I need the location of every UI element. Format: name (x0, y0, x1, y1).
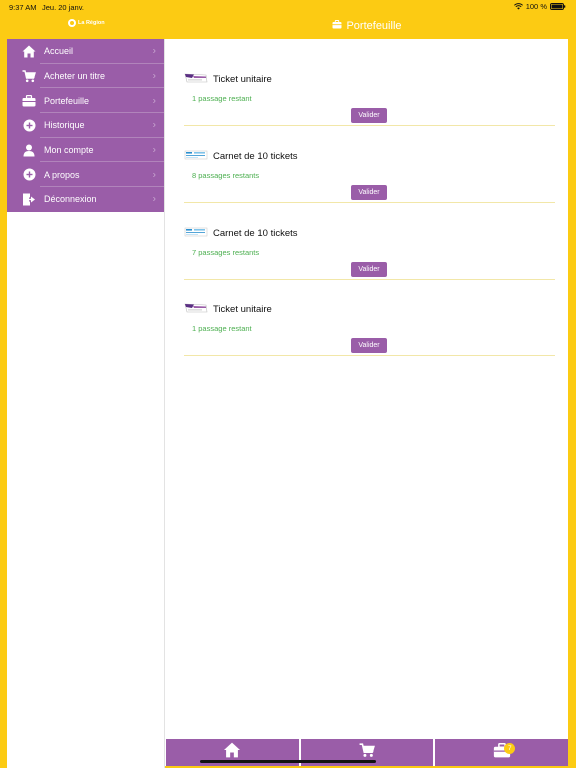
sidebar-item-mon-compte[interactable]: Mon compte › (7, 138, 164, 163)
plus-circle-icon (21, 167, 37, 183)
sidebar: Accueil › Acheter un titre › Portefeuill… (7, 39, 165, 768)
ticket-card: Carnet de 10 tickets 8 passages restants… (184, 126, 555, 203)
status-indicators: 100 % (513, 2, 566, 11)
sidebar-item-label: Accueil (44, 46, 74, 57)
chevron-right-icon: › (152, 119, 156, 131)
ticket-name: Carnet de 10 tickets (213, 151, 298, 162)
briefcase-icon (332, 20, 342, 32)
logo-text: La Région (78, 20, 105, 26)
user-icon (21, 142, 37, 158)
chevron-right-icon: › (152, 193, 156, 205)
chevron-right-icon: › (152, 144, 156, 156)
battery-percent: 100 % (525, 2, 547, 11)
sidebar-item-label: Historique (44, 120, 85, 131)
sidebar-item-label: Acheter un titre (44, 71, 106, 82)
left-frame (0, 0, 7, 768)
ticket-card: Carnet de 10 tickets 7 passages restants… (184, 203, 555, 280)
ticket-remaining: 7 passages restants (192, 248, 260, 257)
ticket-card: Ticket unitaire 1 passage restant Valide… (184, 279, 555, 356)
page-title: Portefeuille (166, 18, 568, 34)
ticket-name: Carnet de 10 tickets (213, 228, 298, 239)
chevron-right-icon: › (152, 70, 156, 82)
ticket-remaining: 1 passage restant (192, 324, 252, 333)
validate-button[interactable]: Valider (351, 262, 387, 277)
single-ticket-icon (184, 71, 208, 83)
status-bar: 9:37 AM Jeu. 20 janv. 100 % (0, 0, 576, 14)
ticket-name: Ticket unitaire (213, 304, 272, 315)
sidebar-item-acheter[interactable]: Acheter un titre › (7, 64, 164, 89)
plus-circle-icon (21, 117, 37, 133)
logo-mark (68, 19, 76, 27)
booklet-ticket-icon (184, 225, 208, 237)
sidebar-item-label: Mon compte (44, 145, 94, 156)
chevron-right-icon: › (152, 169, 156, 181)
logout-icon (21, 191, 37, 207)
ticket-remaining: 8 passages restants (192, 171, 260, 180)
battery-icon (550, 3, 566, 10)
home-indicator (200, 760, 376, 763)
single-ticket-icon (184, 301, 208, 313)
home-icon (21, 43, 37, 59)
sidebar-item-historique[interactable]: Historique › (7, 113, 164, 138)
sidebar-item-accueil[interactable]: Accueil › (7, 39, 164, 64)
briefcase-icon (21, 93, 37, 109)
ticket-remaining: 1 passage restant (192, 94, 252, 103)
sidebar-item-deconnexion[interactable]: Déconnexion › (7, 187, 164, 212)
status-time: 9:37 AM (9, 3, 37, 12)
region-logo: La Région (68, 19, 105, 27)
cart-icon (21, 68, 37, 84)
wifi-icon (513, 3, 523, 10)
validate-button[interactable]: Valider (351, 185, 387, 200)
sidebar-item-label: A propos (44, 169, 80, 180)
sidebar-item-portefeuille[interactable]: Portefeuille › (7, 88, 164, 114)
chevron-right-icon: › (152, 45, 156, 57)
ticket-card: Ticket unitaire 1 passage restant Valide… (184, 49, 555, 126)
ticket-name: Ticket unitaire (213, 74, 272, 85)
page-title-text: Portefeuille (346, 20, 402, 32)
sidebar-item-a-propos[interactable]: A propos › (7, 162, 164, 188)
validate-button[interactable]: Valider (351, 338, 387, 353)
validate-button[interactable]: Valider (351, 108, 387, 123)
chevron-right-icon: › (152, 95, 156, 107)
wallet-list: Ticket unitaire 1 passage restant Valide… (166, 39, 568, 739)
tab-wallet[interactable]: 7 (435, 739, 569, 766)
sidebar-item-label: Déconnexion (44, 194, 97, 205)
wallet-count-badge: 7 (504, 743, 516, 754)
sidebar-item-label: Portefeuille (44, 95, 90, 106)
booklet-ticket-icon (184, 148, 208, 160)
status-date: Jeu. 20 janv. (42, 3, 84, 12)
sidebar-menu: Accueil › Acheter un titre › Portefeuill… (7, 39, 164, 212)
right-frame (568, 0, 576, 768)
